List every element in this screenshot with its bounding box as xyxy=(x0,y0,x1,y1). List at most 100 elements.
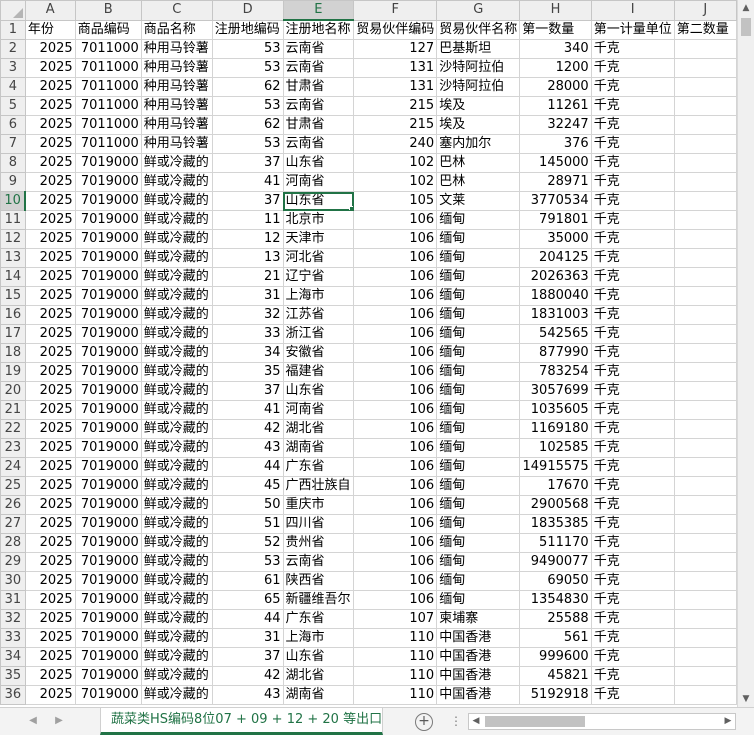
table-cell[interactable]: 7019000 xyxy=(74,685,142,705)
table-cell[interactable]: 鲜或冷藏的 xyxy=(140,552,213,572)
table-cell[interactable]: 7011000 xyxy=(74,58,142,78)
table-cell[interactable]: 2025 xyxy=(24,495,76,515)
table-cell[interactable]: 埃及 xyxy=(436,115,521,135)
table-cell[interactable]: 25588 xyxy=(519,609,592,629)
plus-circle-icon[interactable]: + xyxy=(415,713,433,731)
table-cell[interactable] xyxy=(673,153,737,173)
table-cell[interactable]: 7019000 xyxy=(74,647,142,667)
table-cell[interactable]: 2025 xyxy=(24,172,76,192)
row-header[interactable]: 8 xyxy=(0,153,26,173)
table-cell[interactable]: 32247 xyxy=(519,115,592,135)
table-cell[interactable]: 7019000 xyxy=(74,210,142,230)
table-cell[interactable]: 7019000 xyxy=(74,343,142,363)
table-cell[interactable]: 广东省 xyxy=(282,609,355,629)
table-cell[interactable]: 5192918 xyxy=(519,685,592,705)
table-cell[interactable]: 43 xyxy=(211,438,284,458)
row-header[interactable]: 23 xyxy=(0,438,26,458)
table-cell[interactable]: 35 xyxy=(211,362,284,382)
table-cell[interactable]: 35000 xyxy=(519,229,592,249)
table-cell[interactable]: 千克 xyxy=(590,647,675,667)
table-cell[interactable]: 鲜或冷藏的 xyxy=(140,210,213,230)
select-all-corner[interactable] xyxy=(0,0,26,21)
table-cell[interactable] xyxy=(673,39,737,59)
table-cell[interactable] xyxy=(673,172,737,192)
table-cell[interactable]: 53 xyxy=(211,58,284,78)
table-cell[interactable]: 21 xyxy=(211,267,284,287)
column-header-d[interactable]: D xyxy=(211,0,284,21)
row-header[interactable]: 35 xyxy=(0,666,26,686)
table-cell[interactable]: 千克 xyxy=(590,305,675,325)
table-cell[interactable]: 511170 xyxy=(519,533,592,553)
row-header[interactable]: 16 xyxy=(0,305,26,325)
table-cell[interactable] xyxy=(673,400,737,420)
table-cell[interactable]: 31 xyxy=(211,628,284,648)
table-cell[interactable]: 中国香港 xyxy=(436,685,521,705)
table-cell[interactable]: 鲜或冷藏的 xyxy=(140,305,213,325)
table-cell[interactable]: 42 xyxy=(211,666,284,686)
table-cell[interactable] xyxy=(673,96,737,116)
table-cell[interactable]: 7019000 xyxy=(74,476,142,496)
table-cell[interactable]: 7019000 xyxy=(74,191,142,211)
column-header-c[interactable]: C xyxy=(140,0,213,21)
table-cell[interactable]: 106 xyxy=(353,533,438,553)
table-cell[interactable]: 缅甸 xyxy=(436,381,521,401)
table-cell[interactable]: 240 xyxy=(353,134,438,154)
column-title-cell[interactable]: 年份 xyxy=(24,19,76,40)
table-cell[interactable]: 106 xyxy=(353,419,438,439)
table-cell[interactable]: 湖北省 xyxy=(282,666,355,686)
table-cell[interactable]: 巴基斯坦 xyxy=(436,39,521,59)
row-header[interactable]: 21 xyxy=(0,400,26,420)
table-cell[interactable]: 鲜或冷藏的 xyxy=(140,362,213,382)
table-cell[interactable]: 鲜或冷藏的 xyxy=(140,609,213,629)
table-cell[interactable]: 42 xyxy=(211,419,284,439)
table-cell[interactable]: 缅甸 xyxy=(436,533,521,553)
table-cell[interactable]: 7019000 xyxy=(74,457,142,477)
table-cell[interactable]: 河北省 xyxy=(282,248,355,268)
table-cell[interactable]: 辽宁省 xyxy=(282,267,355,287)
table-cell[interactable]: 鲜或冷藏的 xyxy=(140,191,213,211)
table-cell[interactable]: 缅甸 xyxy=(436,343,521,363)
row-header[interactable]: 24 xyxy=(0,457,26,477)
table-cell[interactable]: 2025 xyxy=(24,248,76,268)
table-cell[interactable]: 福建省 xyxy=(282,362,355,382)
column-title-cell[interactable]: 注册地名称 xyxy=(282,19,355,40)
table-cell[interactable]: 缅甸 xyxy=(436,248,521,268)
table-cell[interactable]: 69050 xyxy=(519,571,592,591)
table-cell[interactable] xyxy=(673,343,737,363)
table-cell[interactable]: 湖南省 xyxy=(282,685,355,705)
table-cell[interactable]: 缅甸 xyxy=(436,362,521,382)
table-cell[interactable]: 鲜或冷藏的 xyxy=(140,381,213,401)
table-cell[interactable]: 河南省 xyxy=(282,172,355,192)
table-cell[interactable]: 7019000 xyxy=(74,286,142,306)
row-header[interactable]: 14 xyxy=(0,267,26,287)
table-cell[interactable]: 种用马铃薯 xyxy=(140,77,213,97)
table-cell[interactable]: 鲜或冷藏的 xyxy=(140,324,213,344)
table-cell[interactable]: 四川省 xyxy=(282,514,355,534)
table-cell[interactable]: 千克 xyxy=(590,210,675,230)
table-cell[interactable]: 千克 xyxy=(590,153,675,173)
table-cell[interactable]: 102 xyxy=(353,172,438,192)
row-header[interactable]: 11 xyxy=(0,210,26,230)
column-title-cell[interactable]: 第二数量 xyxy=(673,19,737,40)
table-cell[interactable]: 2025 xyxy=(24,77,76,97)
table-cell[interactable]: 1169180 xyxy=(519,419,592,439)
table-cell[interactable]: 2025 xyxy=(24,590,76,610)
column-title-cell[interactable]: 第一数量 xyxy=(519,19,592,40)
table-cell[interactable]: 106 xyxy=(353,571,438,591)
table-cell[interactable]: 1354830 xyxy=(519,590,592,610)
table-cell[interactable]: 文莱 xyxy=(436,191,521,211)
table-cell[interactable]: 鲜或冷藏的 xyxy=(140,571,213,591)
next-sheet-icon[interactable]: ▶ xyxy=(52,714,66,728)
table-cell[interactable]: 107 xyxy=(353,609,438,629)
table-cell[interactable]: 鲜或冷藏的 xyxy=(140,476,213,496)
horizontal-scrollbar[interactable]: ◀ ▶ xyxy=(468,713,736,730)
table-cell[interactable]: 2025 xyxy=(24,191,76,211)
table-cell[interactable]: 2025 xyxy=(24,286,76,306)
table-cell[interactable]: 上海市 xyxy=(282,628,355,648)
table-cell[interactable]: 340 xyxy=(519,39,592,59)
table-cell[interactable]: 37 xyxy=(211,647,284,667)
table-cell[interactable]: 千克 xyxy=(590,343,675,363)
table-cell[interactable]: 鲜或冷藏的 xyxy=(140,400,213,420)
table-cell[interactable]: 鲜或冷藏的 xyxy=(140,248,213,268)
table-cell[interactable] xyxy=(673,590,737,610)
